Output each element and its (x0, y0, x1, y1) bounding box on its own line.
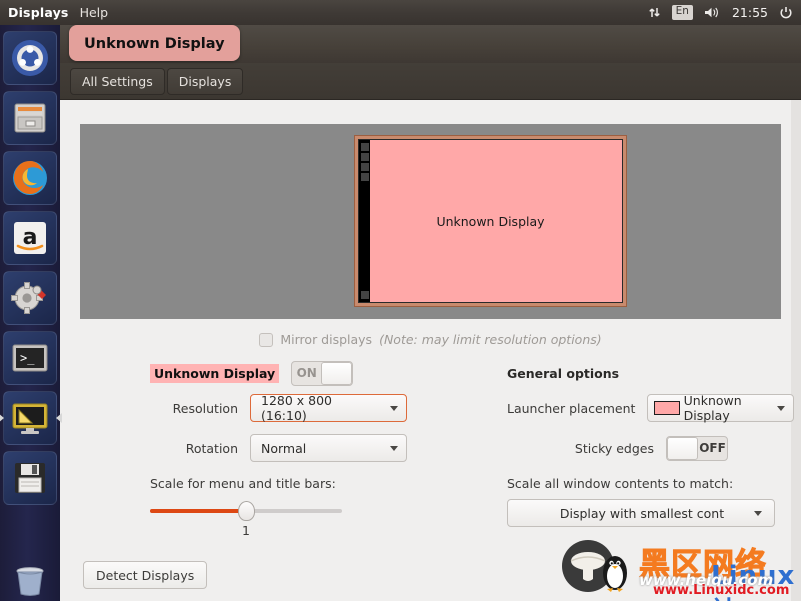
trash-icon (16, 567, 44, 596)
panel-indicators: En 21:55 (648, 5, 801, 20)
rotation-label: Rotation (185, 440, 238, 456)
scale-contents-group: Scale all window contents to match: Disp… (507, 476, 797, 527)
window-content: Unknown Display Mirror displays (Note: m… (60, 100, 801, 601)
scale-contents-label: Scale all window contents to match: (507, 476, 734, 491)
launcher-placement-label: Launcher placement (507, 400, 636, 416)
displays-window: x – □ Displays All Settings Displays (60, 25, 801, 601)
scale-slider[interactable] (150, 501, 342, 521)
files-cabinet-icon (14, 103, 46, 133)
monitor-arrangement-area[interactable]: Unknown Display (80, 124, 781, 319)
preview-launcher-icon (360, 163, 369, 171)
top-panel: Displays Help En 21:55 (0, 0, 801, 25)
launcher-placement-combo[interactable]: Unknown Display (647, 393, 795, 423)
resolution-row: Resolution 1280 x 800 (16:10) (150, 388, 510, 428)
launcher-placement-color-swatch (654, 401, 680, 415)
network-updown-icon[interactable] (648, 6, 661, 19)
scale-slider-value: 1 (242, 523, 250, 538)
all-settings-button[interactable]: All Settings (70, 67, 165, 95)
resolution-combo[interactable]: 1280 x 800 (16:10) (250, 393, 407, 423)
resolution-value: 1280 x 800 (16:10) (261, 393, 333, 423)
terminal-icon: >_ (12, 344, 48, 372)
sticky-edges-label: Sticky edges (574, 440, 654, 456)
launcher-placement-value: Unknown Display (683, 393, 742, 423)
launcher-item-displays[interactable] (3, 391, 57, 445)
menu-item-help[interactable]: Help (80, 5, 109, 20)
launcher-item-save-disk[interactable] (3, 451, 57, 505)
monitor-screen: Unknown Display (358, 139, 623, 303)
clock[interactable]: 21:55 (732, 5, 768, 20)
preview-launcher-icon-trash (360, 291, 369, 299)
system-settings-icon (11, 282, 46, 314)
preview-launcher-icon (360, 173, 369, 181)
sticky-edges-toggle-label: OFF (699, 441, 726, 455)
display-enabled-toggle-knob (321, 361, 353, 385)
display-options-column: Unknown Display ON Resolution 1280 x 800… (150, 358, 510, 538)
volume-icon[interactable] (704, 6, 721, 19)
scale-slider-knob[interactable] (238, 501, 255, 521)
scale-contents-value: Display with smallest cont (559, 505, 725, 521)
chevron-down-icon (777, 405, 786, 411)
unknown-display-tooltip: Unknown Display (69, 25, 240, 61)
mirror-displays-row: Mirror displays (Note: may limit resolut… (80, 332, 781, 347)
svg-text:>_: >_ (20, 351, 35, 365)
rotation-row: Rotation Normal (150, 428, 510, 468)
app-menu-title[interactable]: Displays (8, 5, 69, 20)
display-enabled-toggle-label: ON (296, 366, 317, 380)
launcher-item-system-settings[interactable] (3, 271, 57, 325)
launcher-item-files[interactable] (3, 91, 57, 145)
sticky-edges-row: Sticky edges OFF (507, 428, 797, 468)
mirror-displays-checkbox[interactable] (259, 332, 274, 347)
mirror-displays-label: Mirror displays (280, 332, 373, 347)
unity-launcher: a >_ (0, 25, 60, 601)
general-options-column: General options Launcher placement Unkno… (507, 358, 797, 527)
sticky-edges-toggle-knob (667, 436, 698, 460)
resolution-label: Resolution (172, 400, 238, 416)
firefox-icon (13, 161, 47, 195)
general-options-header-row: General options (507, 358, 797, 388)
launcher-item-trash[interactable] (3, 554, 57, 601)
amazon-icon: a (14, 222, 46, 254)
scale-slider-label: Scale for menu and title bars: (150, 476, 336, 491)
mirror-displays-note: (Note: may limit resolution options) (379, 332, 602, 347)
launcher-item-firefox[interactable] (3, 151, 57, 205)
window-toolbar: All Settings Displays (60, 63, 801, 100)
chevron-down-icon (754, 510, 762, 516)
launcher-item-terminal[interactable]: >_ (3, 331, 57, 385)
display-enabled-toggle[interactable]: ON (291, 360, 354, 386)
monitor-preview-unknown-display[interactable]: Unknown Display (354, 135, 627, 307)
ubuntu-dash-icon (12, 40, 48, 76)
watermark-logo-icon (562, 540, 627, 592)
monitor-preview-label: Unknown Display (436, 213, 545, 229)
chevron-down-icon (390, 445, 398, 451)
preview-launcher-icon (360, 143, 369, 151)
general-options-header: General options (507, 365, 620, 381)
scale-slider-group: Scale for menu and title bars: 1 (150, 476, 510, 538)
display-name-label: Unknown Display (150, 363, 280, 383)
chevron-down-icon (390, 405, 398, 411)
keyboard-layout-indicator[interactable]: En (671, 5, 693, 20)
svg-text:a: a (23, 225, 38, 250)
detect-displays-button[interactable]: Detect Displays (83, 561, 208, 589)
power-gear-icon[interactable] (779, 6, 793, 20)
watermark: 黑区网络 Linux社 www.heiqu.com www.Linuxidc.c… (561, 537, 797, 601)
display-name-row: Unknown Display ON (150, 358, 510, 388)
preview-launcher-strip (359, 140, 370, 302)
launcher-placement-row: Launcher placement Unknown Display (507, 388, 797, 428)
preview-launcher-icon (360, 153, 369, 161)
displays-icon (12, 403, 48, 434)
launcher-item-amazon[interactable]: a (3, 211, 57, 265)
rotation-value: Normal (261, 440, 307, 456)
scale-slider-fill (150, 509, 246, 513)
sticky-edges-toggle[interactable]: OFF (666, 435, 728, 461)
desktop-root: Displays Help En 21:55 a >_ All Settings… (0, 0, 801, 601)
save-disk-icon (15, 463, 45, 493)
rotation-combo[interactable]: Normal (250, 434, 407, 462)
scale-contents-combo[interactable]: Display with smallest cont (507, 499, 775, 527)
launcher-spacer (0, 511, 60, 551)
displays-tab-button[interactable]: Displays (166, 67, 244, 95)
launcher-item-ubuntu-dash[interactable] (3, 31, 57, 85)
watermark-url2: www.Linuxidc.com (653, 583, 790, 598)
